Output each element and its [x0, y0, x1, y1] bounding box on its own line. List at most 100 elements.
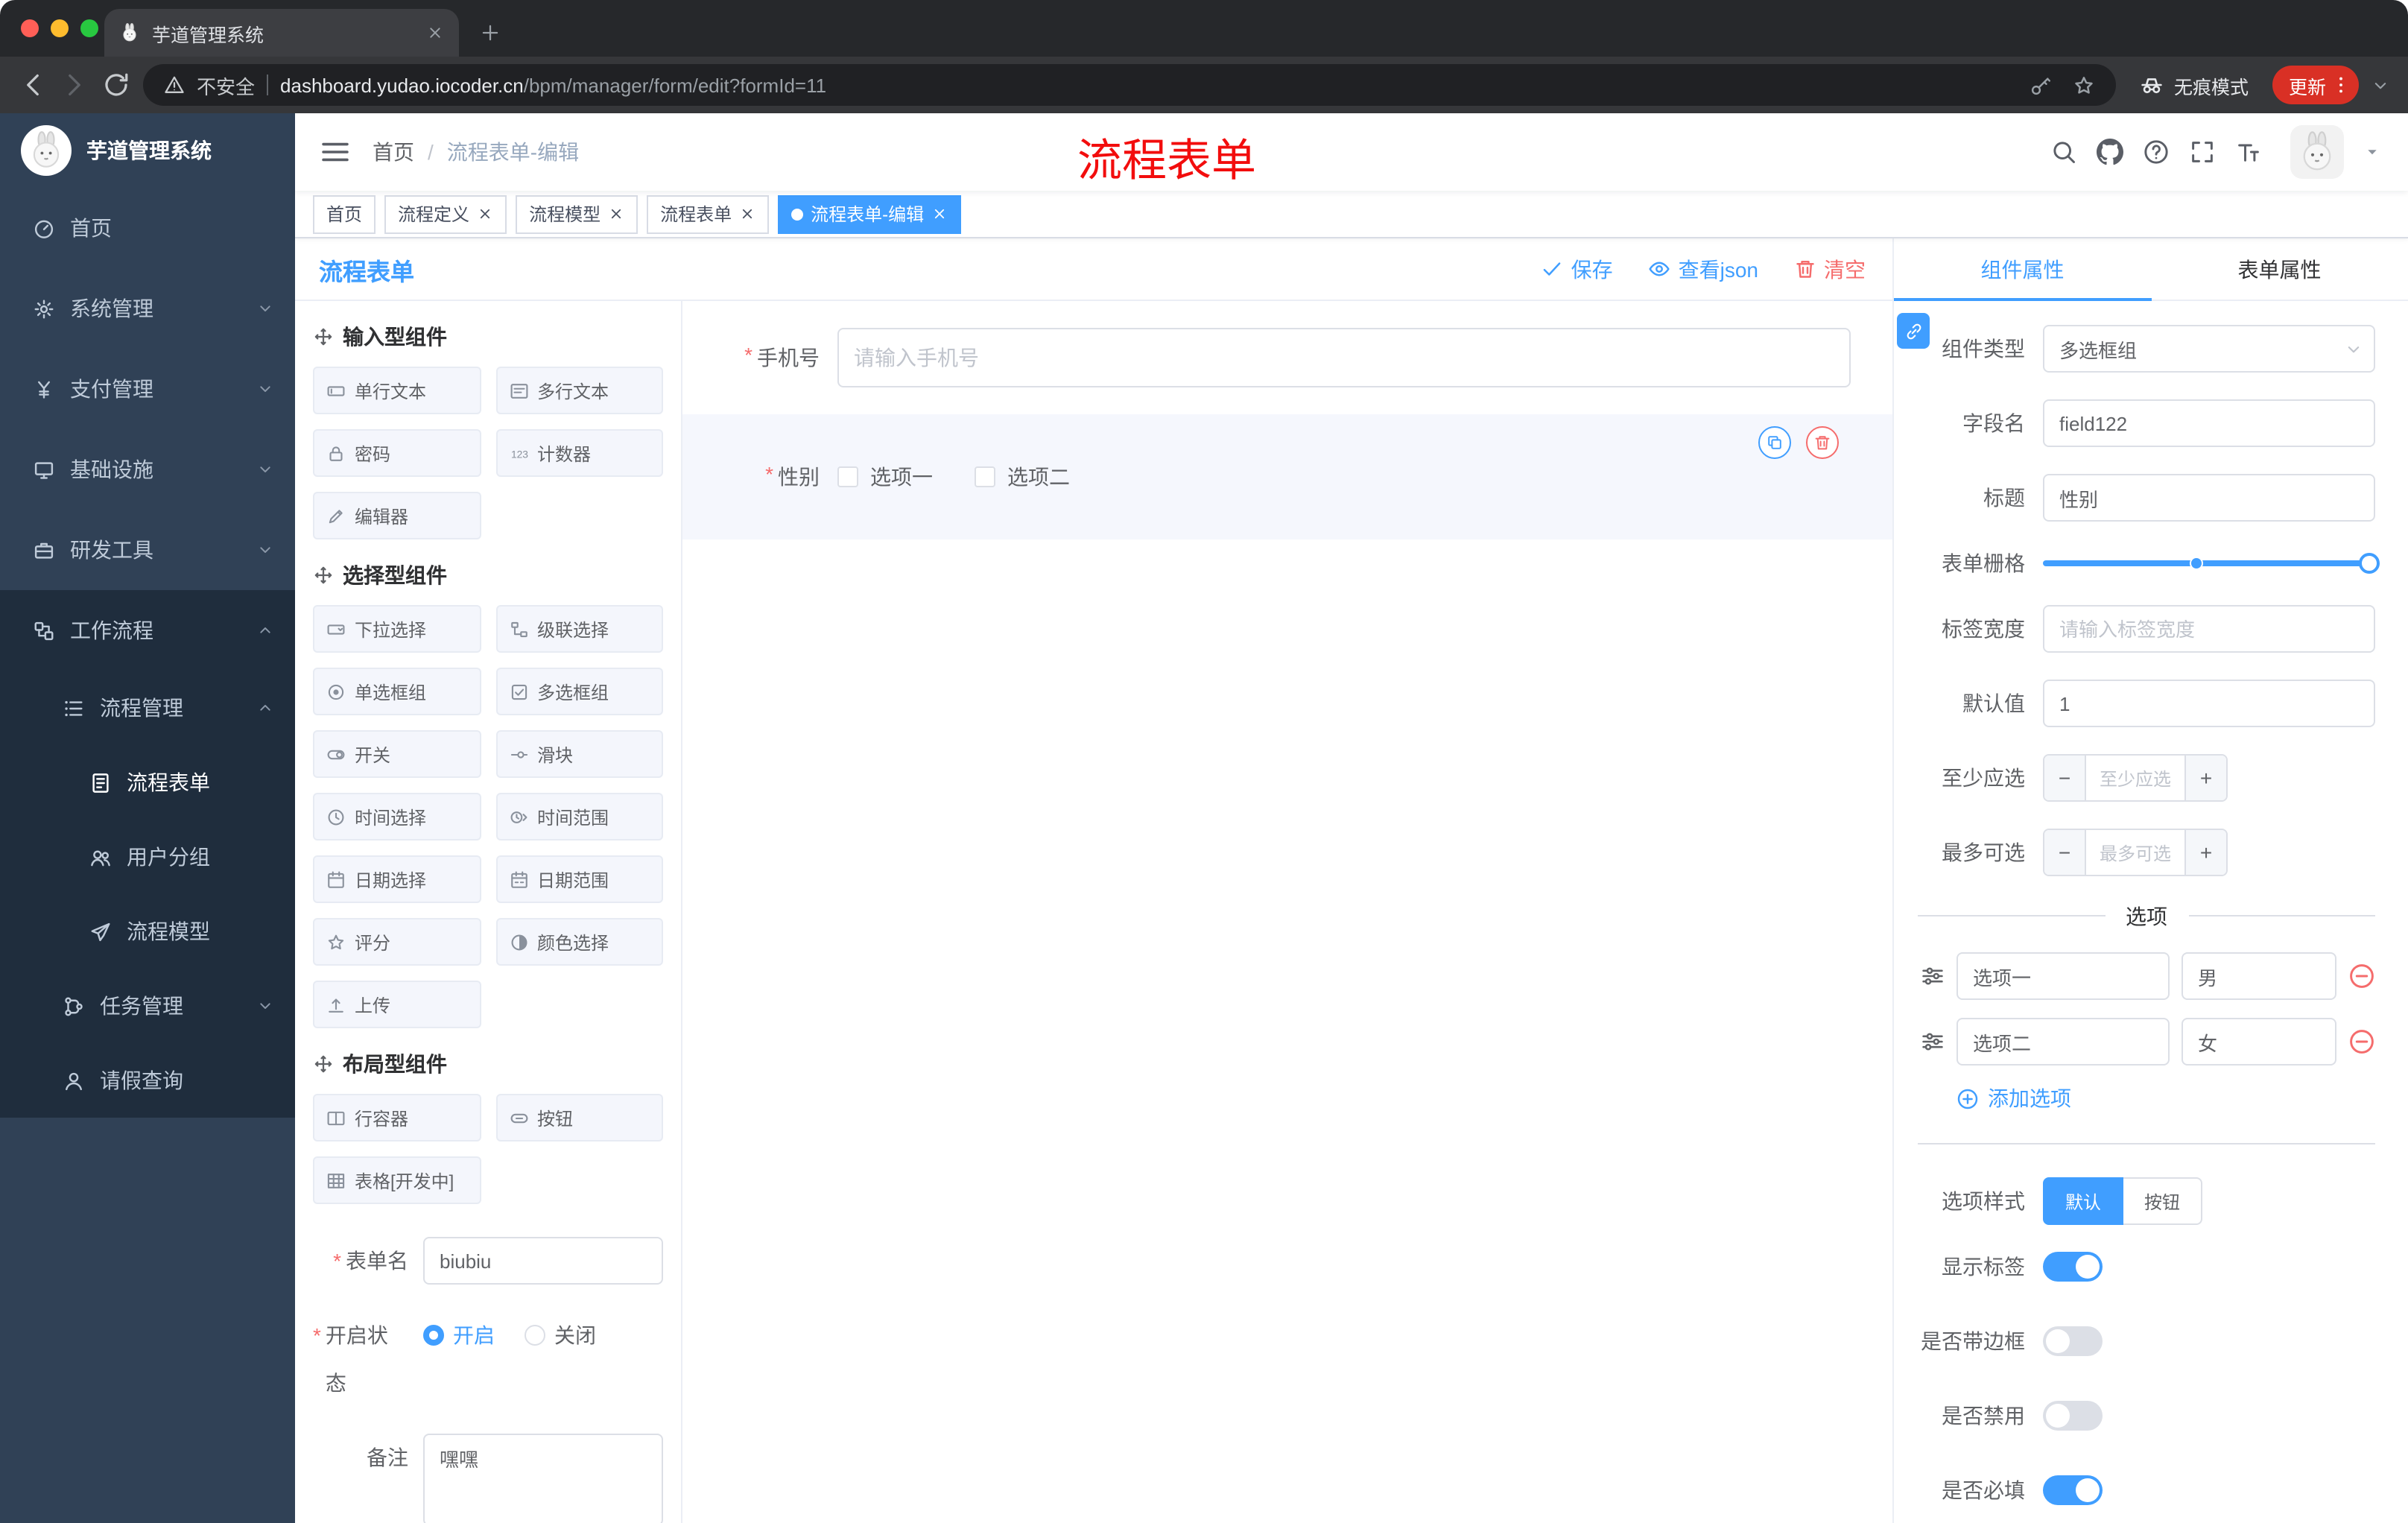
- address-bar[interactable]: 不安全 dashboard.yudao.iocoder.cn/bpm/manag…: [143, 64, 2116, 106]
- remark-input[interactable]: 嘿嘿: [423, 1434, 663, 1523]
- clear-button[interactable]: 清空: [1794, 254, 1866, 284]
- tag-close-icon[interactable]: [739, 206, 755, 222]
- browser-tab[interactable]: 芋道管理系统: [104, 9, 459, 57]
- palette-item-button[interactable]: 按钮: [495, 1094, 663, 1142]
- palette-item-password[interactable]: 密码: [313, 429, 481, 477]
- link-fab-button[interactable]: [1897, 313, 1930, 349]
- breadcrumb-home[interactable]: 首页: [373, 137, 414, 167]
- forward-icon[interactable]: [60, 70, 89, 100]
- palette-item-switch[interactable]: 开关: [313, 730, 481, 778]
- palette-item-date-picker[interactable]: 日期选择: [313, 855, 481, 903]
- phone-input[interactable]: [837, 328, 1851, 387]
- palette-item-single-line-text[interactable]: 单行文本: [313, 367, 481, 414]
- show-label-switch[interactable]: [2043, 1252, 2103, 1282]
- view-json-button[interactable]: 查看json: [1649, 254, 1758, 284]
- form-grid-slider[interactable]: [2043, 553, 2380, 574]
- tag-process-model[interactable]: 流程模型: [516, 194, 639, 233]
- sidebar-item-workflow[interactable]: 工作流程: [0, 590, 295, 671]
- palette-item-counter[interactable]: 123 计数器: [495, 429, 663, 477]
- palette-item-select[interactable]: 下拉选择: [313, 605, 481, 653]
- phone-field[interactable]: * 手机号: [682, 328, 1892, 387]
- gender-option-1-checkbox[interactable]: 选项一: [837, 462, 933, 492]
- help-icon[interactable]: [2143, 139, 2170, 165]
- sidebar-item-payment-manage[interactable]: 支付管理: [0, 349, 295, 429]
- remove-option-icon[interactable]: [2348, 1028, 2375, 1055]
- sidebar-item-leave-query[interactable]: 请假查询: [0, 1043, 295, 1118]
- github-icon[interactable]: [2097, 139, 2123, 165]
- duplicate-field-button[interactable]: [1758, 426, 1791, 459]
- palette-item-slider[interactable]: 滑块: [495, 730, 663, 778]
- palette-item-editor[interactable]: 编辑器: [313, 492, 481, 539]
- tag-close-icon[interactable]: [608, 206, 624, 222]
- required-switch[interactable]: [2043, 1475, 2103, 1505]
- palette-item-row-container[interactable]: 行容器: [313, 1094, 481, 1142]
- palette-item-date-range[interactable]: 日期范围: [495, 855, 663, 903]
- palette-item-rate[interactable]: 评分: [313, 918, 481, 966]
- delete-field-button[interactable]: [1806, 426, 1839, 459]
- window-minimize-button[interactable]: [51, 19, 69, 37]
- label-width-input[interactable]: [2043, 605, 2375, 653]
- tab-component-props[interactable]: 组件属性: [1894, 238, 2151, 301]
- sidebar-item-dev-tools[interactable]: 研发工具: [0, 510, 295, 590]
- option-2-label-input[interactable]: [1956, 1018, 2170, 1066]
- slider-handle[interactable]: [2359, 553, 2380, 574]
- option-2-value-input[interactable]: [2182, 1018, 2336, 1066]
- palette-item-multi-line-text[interactable]: 多行文本: [495, 367, 663, 414]
- palette-item-cascader[interactable]: 级联选择: [495, 605, 663, 653]
- disabled-switch[interactable]: [2043, 1401, 2103, 1431]
- palette-item-radio-group[interactable]: 单选框组: [313, 668, 481, 715]
- decrease-button[interactable]: −: [2044, 756, 2086, 800]
- window-zoom-button[interactable]: [80, 19, 98, 37]
- tab-form-props[interactable]: 表单属性: [2151, 238, 2408, 300]
- save-button[interactable]: 保存: [1542, 254, 1613, 284]
- form-canvas[interactable]: *手机号 *性别: [682, 301, 1892, 1523]
- sidebar-item-process-manage[interactable]: 流程管理: [0, 671, 295, 745]
- gender-option-2-checkbox[interactable]: 选项二: [975, 462, 1070, 492]
- palette-item-time-picker[interactable]: 时间选择: [313, 793, 481, 840]
- reload-icon[interactable]: [101, 70, 131, 100]
- status-off-radio[interactable]: 关闭: [525, 1320, 596, 1350]
- toolbar-caret-icon[interactable]: [2371, 75, 2390, 95]
- browser-update-button[interactable]: 更新: [2272, 66, 2359, 104]
- tag-process-form[interactable]: 流程表单: [647, 194, 770, 233]
- remove-option-icon[interactable]: [2348, 963, 2375, 990]
- sidebar-item-system-manage[interactable]: 系统管理: [0, 268, 295, 349]
- window-close-button[interactable]: [21, 19, 39, 37]
- user-avatar[interactable]: [2290, 125, 2344, 179]
- increase-button[interactable]: +: [2184, 756, 2226, 800]
- sidebar-item-home[interactable]: 首页: [0, 188, 295, 268]
- search-icon[interactable]: [2050, 139, 2077, 165]
- sidebar-toggle-icon[interactable]: [319, 136, 352, 168]
- palette-item-checkbox-group[interactable]: 多选框组: [495, 668, 663, 715]
- app-logo[interactable]: 芋道管理系统: [0, 113, 295, 188]
- sidebar-item-task-manage[interactable]: 任务管理: [0, 969, 295, 1043]
- tab-close-icon[interactable]: [426, 24, 444, 42]
- option-1-label-input[interactable]: [1956, 952, 2170, 1000]
- sidebar-item-process-form[interactable]: 流程表单: [0, 745, 295, 820]
- browser-menu-kebab-icon[interactable]: [2331, 75, 2351, 95]
- palette-item-upload[interactable]: 上传: [313, 981, 481, 1028]
- tag-process-form-edit[interactable]: 流程表单-编辑: [778, 194, 962, 233]
- sidebar-item-infrastructure[interactable]: 基础设施: [0, 429, 295, 510]
- gender-field-selected[interactable]: * 性别 选项一 选项二: [682, 414, 1892, 539]
- default-value-input[interactable]: [2043, 680, 2375, 727]
- tag-close-icon[interactable]: [931, 206, 948, 222]
- add-option-button[interactable]: 添加选项: [1956, 1083, 2375, 1113]
- new-tab-button[interactable]: [480, 22, 501, 43]
- avatar-caret-icon[interactable]: [2363, 143, 2381, 161]
- form-name-input[interactable]: [423, 1237, 663, 1285]
- title-input[interactable]: [2043, 474, 2375, 522]
- back-icon[interactable]: [18, 70, 48, 100]
- palette-item-color-picker[interactable]: 颜色选择: [495, 918, 663, 966]
- tag-home[interactable]: 首页: [313, 194, 376, 233]
- bookmark-star-icon[interactable]: [2073, 74, 2095, 96]
- component-type-select[interactable]: 多选框组: [2043, 325, 2375, 373]
- style-button-button[interactable]: 按钮: [2123, 1177, 2203, 1225]
- font-size-icon[interactable]: [2235, 139, 2262, 165]
- increase-button[interactable]: +: [2184, 830, 2226, 875]
- palette-item-time-range[interactable]: 时间范围: [495, 793, 663, 840]
- sidebar-item-user-group[interactable]: 用户分组: [0, 820, 295, 894]
- option-1-value-input[interactable]: [2182, 952, 2336, 1000]
- decrease-button[interactable]: −: [2044, 830, 2086, 875]
- status-on-radio[interactable]: 开启: [423, 1320, 495, 1350]
